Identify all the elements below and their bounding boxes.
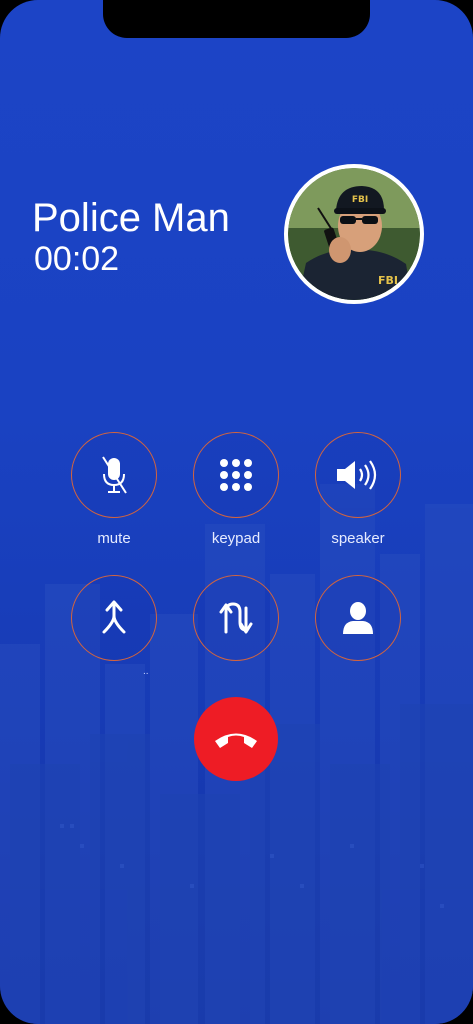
speaker-label: speaker	[331, 530, 385, 547]
end-call-button[interactable]	[194, 697, 278, 781]
device-notch	[103, 0, 370, 38]
cap-logo-text: FBI	[352, 195, 368, 205]
speaker-icon	[337, 460, 377, 490]
mute-button[interactable]	[71, 432, 157, 518]
keypad-label: keypad	[211, 530, 261, 547]
swap-label: ..	[143, 666, 149, 677]
merge-calls-button[interactable]	[71, 575, 157, 661]
jacket-logo-text: FBI	[378, 274, 398, 287]
swap-calls-icon	[219, 602, 253, 634]
end-call-icon	[215, 733, 257, 748]
mute-label: mute	[97, 530, 131, 547]
call-duration: 00:02	[34, 240, 120, 278]
caller-avatar: FBI FBI	[284, 164, 424, 304]
mic-off-icon	[102, 456, 127, 494]
keypad-icon	[220, 459, 252, 491]
caller-name: Police Man	[32, 196, 230, 240]
speaker-button[interactable]	[315, 432, 401, 518]
merge-calls-icon	[102, 600, 126, 634]
call-screen: Police Man 00:02 FBI FBI mute keypad spe…	[0, 0, 473, 1024]
contact-icon	[343, 602, 373, 634]
swap-calls-button[interactable]	[193, 575, 279, 661]
keypad-button[interactable]	[193, 432, 279, 518]
contacts-button[interactable]	[315, 575, 401, 661]
